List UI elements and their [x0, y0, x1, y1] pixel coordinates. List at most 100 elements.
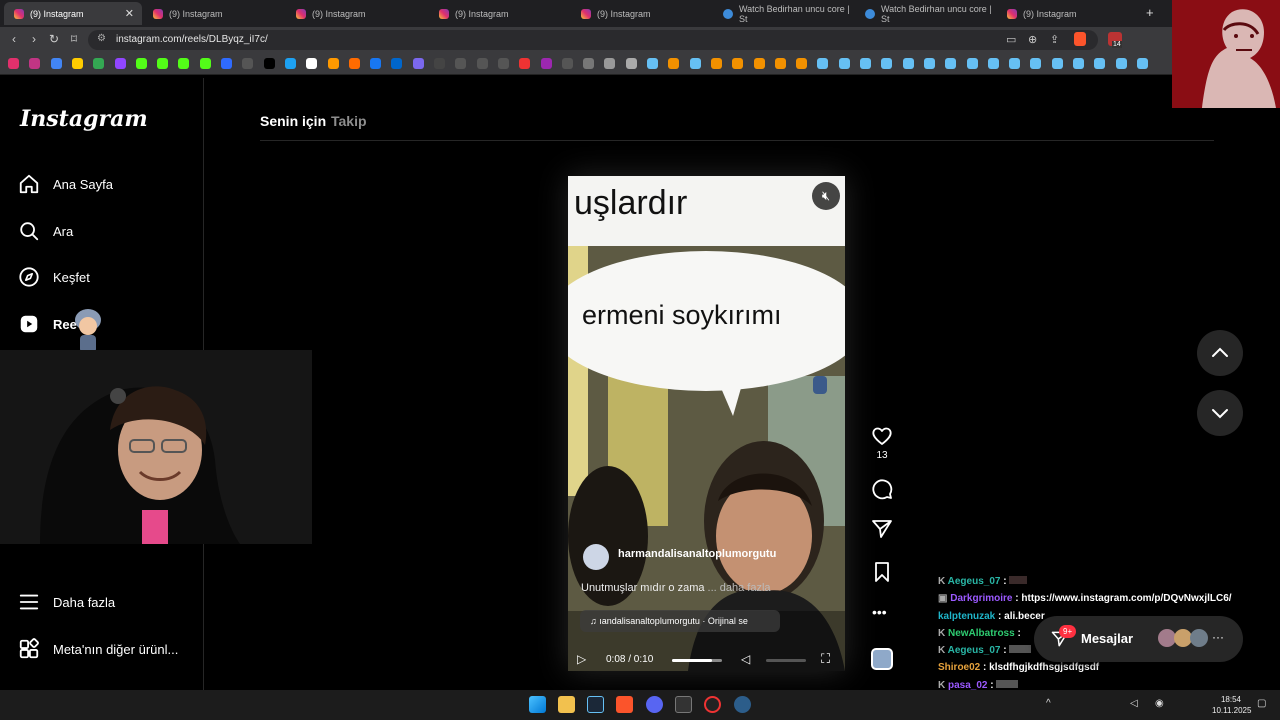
reload-icon[interactable]: ↻ [46, 31, 62, 47]
bookmark-favicon-icon[interactable] [1009, 58, 1021, 69]
bookmark-favicon-icon[interactable] [242, 58, 254, 69]
forward-icon[interactable]: › [26, 31, 42, 47]
bookmark-favicon-icon[interactable] [625, 58, 637, 69]
bookmark-favicon-icon[interactable] [1051, 58, 1063, 69]
bookmark-favicon-icon[interactable] [327, 58, 339, 69]
cast-icon[interactable]: ▭ [1006, 33, 1016, 46]
bookmark-favicon-icon[interactable] [1030, 58, 1042, 69]
nav-more[interactable]: Daha fazla [18, 588, 115, 616]
mute-icon[interactable]: 🔇︎ [812, 182, 840, 210]
bookmark-favicon-icon[interactable] [455, 58, 467, 69]
browser-tab[interactable]: (9) Instagram [286, 2, 426, 25]
microphone-icon[interactable]: ◉ [1155, 698, 1164, 709]
brave-shield-icon[interactable] [1074, 32, 1086, 46]
bookmark-favicon-icon[interactable] [199, 58, 211, 69]
video-progress[interactable] [672, 659, 722, 662]
bookmark-favicon-icon[interactable] [774, 58, 786, 69]
bookmark-favicon-icon[interactable] [966, 58, 978, 69]
save-icon[interactable] [870, 560, 894, 584]
bookmark-favicon-icon[interactable] [668, 58, 680, 69]
zoom-icon[interactable]: ⊕ [1028, 33, 1037, 46]
file-explorer-icon[interactable] [558, 696, 575, 713]
system-clock[interactable]: 18:54 10.11.2025 [1212, 694, 1251, 716]
browser-tab[interactable]: (9) Instagram [997, 2, 1137, 25]
instagram-logo[interactable]: Instagram [20, 106, 148, 132]
author-avatar[interactable] [583, 544, 609, 570]
bookmark-favicon-icon[interactable] [8, 58, 19, 69]
bookmark-favicon-icon[interactable] [817, 58, 829, 69]
previous-reel-button[interactable] [1197, 330, 1243, 376]
bookmark-favicon-icon[interactable] [732, 58, 744, 69]
bookmark-favicon-icon[interactable] [753, 58, 765, 69]
reel-video[interactable]: uşlardır ermeni soykırımı 🔇︎ harmandalis… [568, 176, 845, 671]
bookmark-favicon-icon[interactable] [838, 58, 850, 69]
browser-tab[interactable]: (9) Instagram [429, 2, 569, 25]
tab-following[interactable]: Takip [331, 113, 367, 129]
bookmark-favicon-icon[interactable] [29, 58, 41, 69]
messages-button[interactable]: 9+ Mesajlar ··· [1034, 616, 1243, 662]
bookmark-favicon-icon[interactable] [135, 58, 147, 69]
browser-tab[interactable]: (9) Instagram [143, 2, 283, 25]
bookmark-favicon-icon[interactable] [497, 58, 509, 69]
new-tab-button[interactable]: + [1146, 5, 1154, 20]
site-info-icon[interactable]: ⚙ [97, 33, 106, 44]
bookmark-favicon-icon[interactable] [476, 58, 488, 69]
volume-icon[interactable]: ◁ [1130, 698, 1138, 709]
bookmark-favicon-icon[interactable] [1115, 58, 1127, 69]
back-icon[interactable]: ‹ [6, 31, 22, 47]
obs-icon[interactable] [704, 696, 721, 713]
browser-tab[interactable]: Watch Bedirhan uncu core | St [855, 2, 995, 25]
bookmark-favicon-icon[interactable] [306, 58, 318, 69]
bookmark-favicon-icon[interactable] [987, 58, 999, 69]
bookmark-favicon-icon[interactable] [391, 58, 403, 69]
bookmark-favicon-icon[interactable] [93, 58, 105, 69]
play-icon[interactable]: ▷ [577, 652, 586, 666]
bookmark-favicon-icon[interactable] [370, 58, 382, 69]
audio-thumbnail[interactable] [871, 648, 893, 670]
bookmark-favicon-icon[interactable] [1073, 58, 1084, 69]
more-icon[interactable]: ··· [1212, 630, 1224, 644]
bookmark-favicon-icon[interactable] [923, 58, 935, 69]
share-icon[interactable]: ⇪ [1050, 33, 1059, 46]
bookmark-favicon-icon[interactable] [583, 58, 595, 69]
bookmark-favicon-icon[interactable] [519, 58, 531, 69]
nav-search[interactable]: Ara [18, 217, 73, 245]
bookmark-favicon-icon[interactable] [604, 58, 616, 69]
close-icon[interactable]: ✕ [125, 7, 134, 20]
bookmark-favicon-icon[interactable] [796, 58, 808, 69]
bookmark-favicon-icon[interactable] [902, 58, 914, 69]
next-reel-button[interactable] [1197, 390, 1243, 436]
bookmark-favicon-icon[interactable] [71, 58, 83, 69]
reel-username[interactable]: harmandalisanaltoplumorgutu [618, 548, 776, 560]
windows-start-icon[interactable] [529, 696, 546, 713]
notification-icon[interactable]: ▢ [1257, 698, 1266, 709]
bookmark-favicon-icon[interactable] [178, 58, 190, 69]
bookmark-favicon-icon[interactable] [1094, 58, 1106, 69]
bookmark-favicon-icon[interactable] [860, 58, 871, 69]
bookmark-icon[interactable]: ⌑ [66, 31, 82, 47]
nav-home[interactable]: Ana Sayfa [18, 170, 113, 198]
app-icon[interactable] [734, 696, 751, 713]
more-options-icon[interactable]: ••• [872, 604, 887, 620]
bookmark-favicon-icon[interactable] [348, 58, 360, 69]
bookmark-favicon-icon[interactable] [263, 58, 275, 69]
volume-icon[interactable]: ◁ [741, 652, 750, 666]
comment-icon[interactable] [870, 477, 894, 501]
brave-icon[interactable] [616, 696, 633, 713]
browser-tab[interactable]: Watch Bedirhan uncu core | St [713, 2, 853, 25]
nav-meta[interactable]: Meta'nın diğer ürünl... [18, 635, 178, 663]
bookmark-favicon-icon[interactable] [945, 58, 957, 69]
bookmark-favicon-icon[interactable] [710, 58, 722, 69]
bookmark-favicon-icon[interactable] [157, 58, 169, 69]
address-bar[interactable]: ⚙ instagram.com/reels/DLByqz_iI7c/ ▭ ⊕ ⇪ [88, 30, 1098, 50]
bookmark-favicon-icon[interactable] [1136, 58, 1148, 69]
chevron-up-icon[interactable]: ^ [1046, 698, 1051, 709]
like-icon[interactable] [870, 424, 894, 448]
share-icon[interactable] [870, 517, 894, 541]
fullscreen-icon[interactable]: ⛶ [821, 651, 830, 667]
bookmark-favicon-icon[interactable] [284, 58, 296, 69]
bookmark-favicon-icon[interactable] [647, 58, 658, 69]
nav-explore[interactable]: Keşfet [18, 263, 90, 291]
bookmark-favicon-icon[interactable] [221, 58, 232, 69]
nav-reels[interactable]: Ree [18, 310, 77, 338]
